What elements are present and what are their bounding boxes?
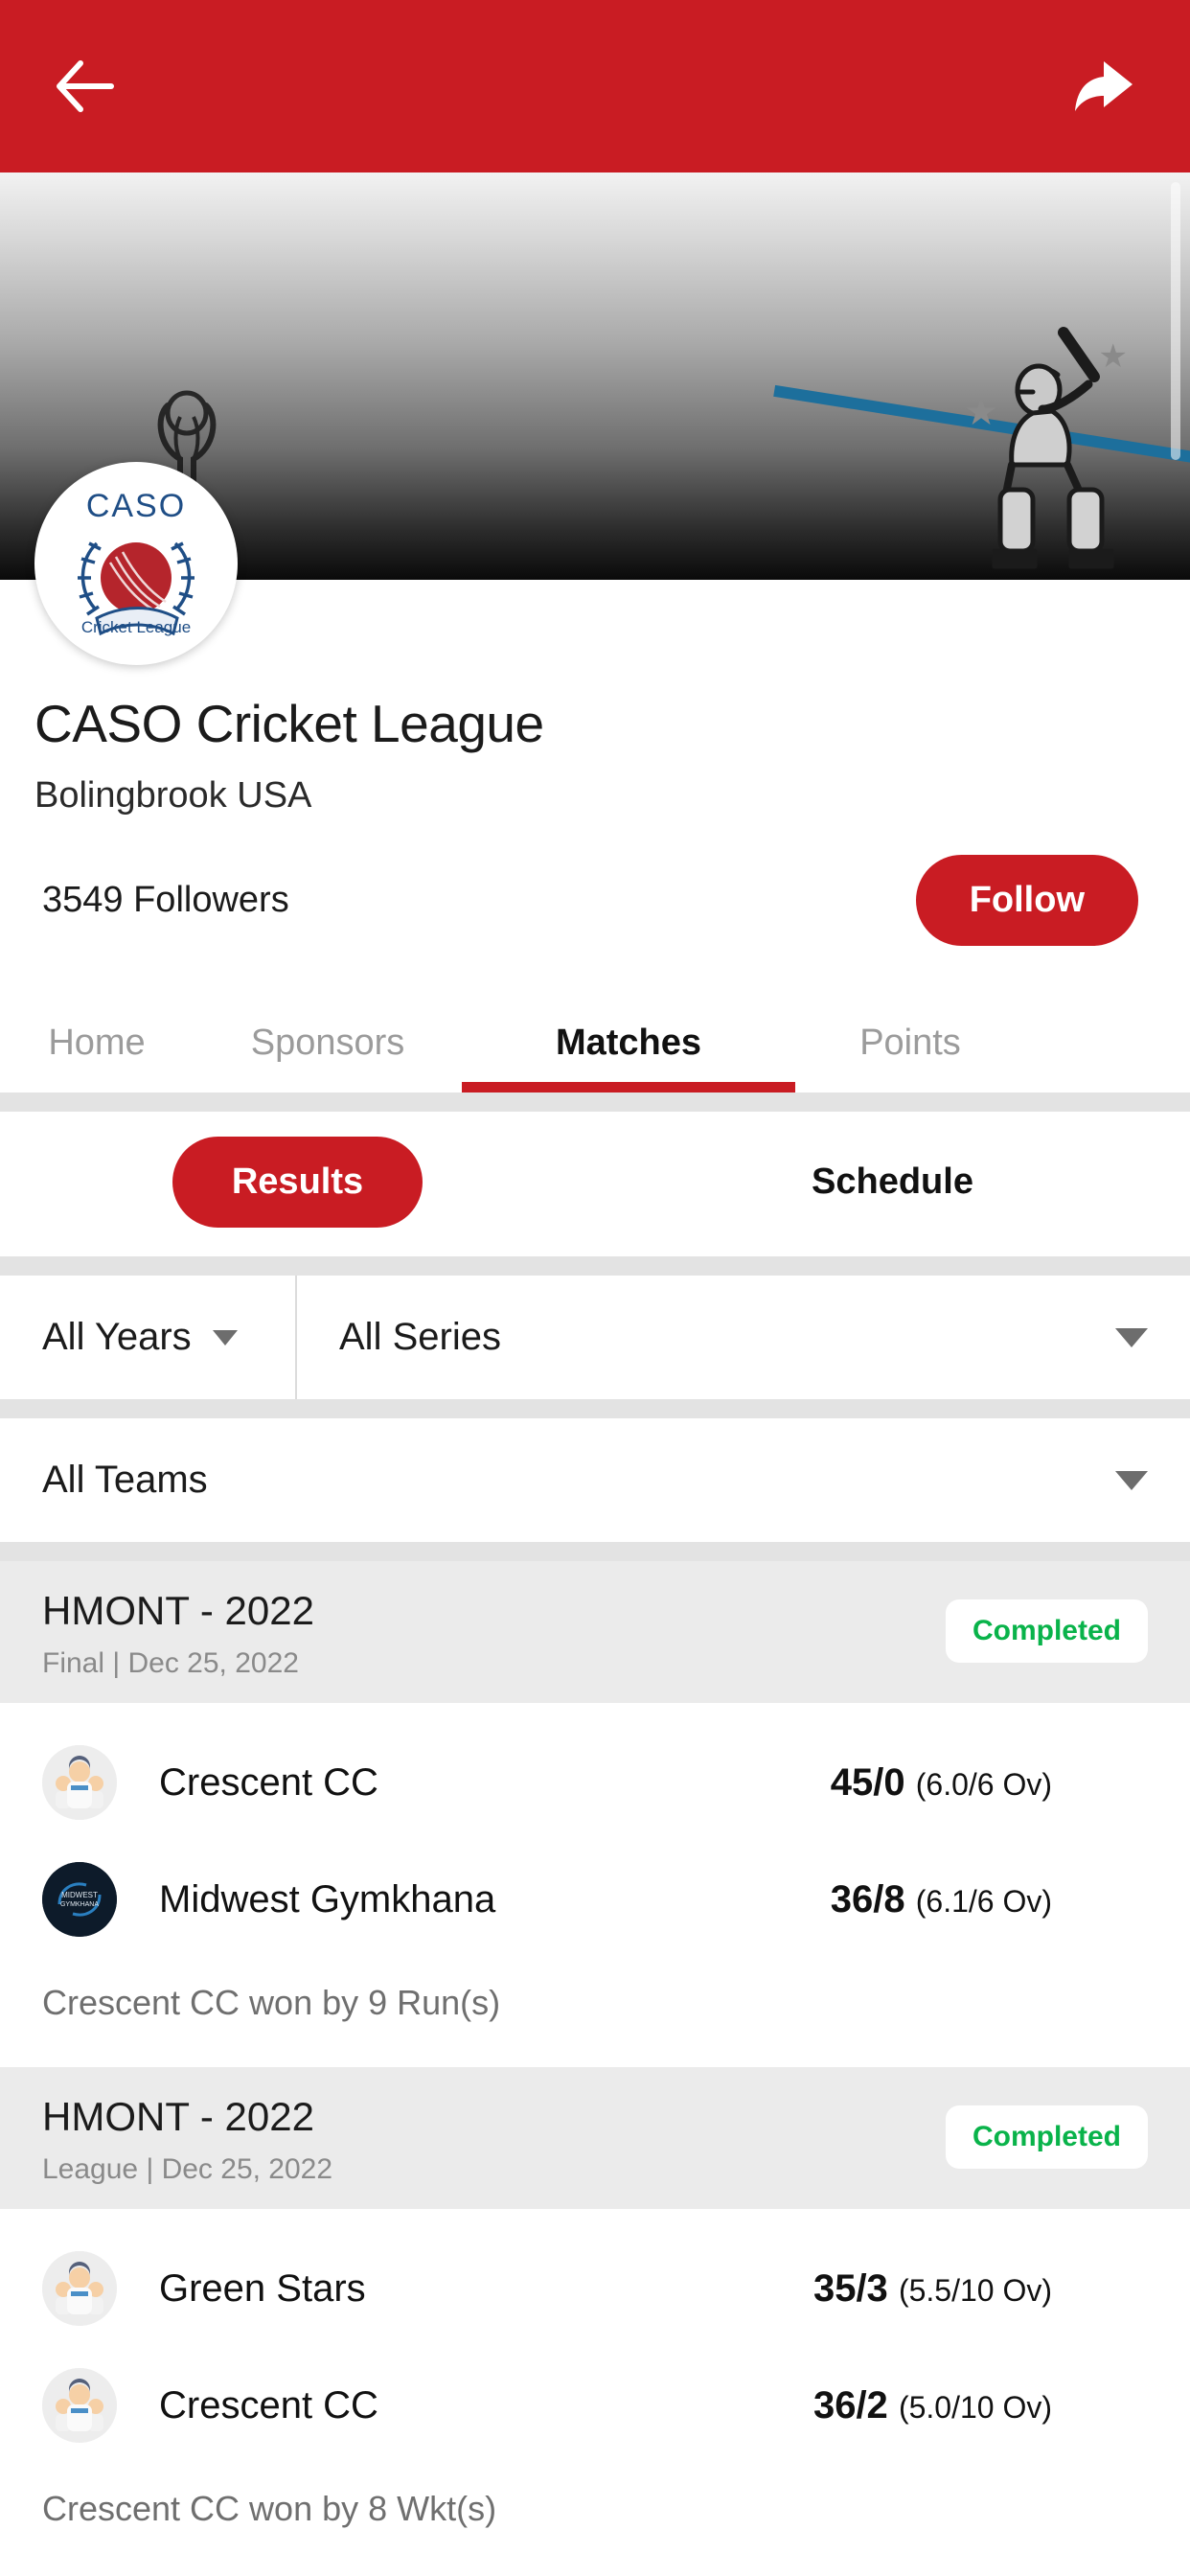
tab-sponsors[interactable]: Sponsors (194, 984, 462, 1092)
team-overs: (6.1/6 Ov) (915, 1883, 1052, 1919)
match-series-title: HMONT - 2022 (42, 2094, 314, 2139)
team-name: Green Stars (159, 2266, 366, 2310)
match-header-text: HMONT - 2022 Final | Dec 25, 2022 (42, 1588, 314, 1680)
team-name: Crescent CC (159, 2383, 378, 2426)
chevron-down-icon (212, 1329, 238, 1346)
app-screen: ★ ★ CASO Cricket League CASO Cricket Lea… (0, 0, 1190, 2576)
team-score: 36/8 (6.1/6 Ov) (831, 1878, 1148, 1921)
years-filter-label: All Years (42, 1316, 192, 1358)
series-filter-label: All Series (339, 1316, 501, 1358)
followers-row: 3549 Followers Follow (34, 855, 1156, 984)
match-result-text: Crescent CC won by 8 Wkt(s) (0, 2464, 1190, 2564)
match-card-header: HMONT - 2022 League | Dec 25, 2022 Compl… (0, 2067, 1190, 2209)
team-score: 45/0 (6.0/6 Ov) (831, 1761, 1148, 1805)
tab-points[interactable]: Points (795, 984, 1025, 1092)
league-logo: CASO Cricket League (34, 462, 238, 665)
match-header-text: HMONT - 2022 League | Dec 25, 2022 (42, 2094, 332, 2186)
match-series-title: HMONT - 2022 (42, 1588, 314, 1633)
team-runs: 36/8 (830, 1877, 905, 1920)
results-button[interactable]: Results (172, 1137, 423, 1228)
table-row: Crescent CC 36/2 (5.0/10 Ov) (0, 2347, 1190, 2464)
team-name: Crescent CC (159, 1760, 378, 1804)
team-score: 36/2 (5.0/10 Ov) (813, 2384, 1148, 2427)
chevron-down-icon (1115, 1327, 1148, 1347)
chevron-down-icon (1115, 1470, 1148, 1490)
banner-stripe-blue-right (529, 172, 1190, 198)
cricket-batsman-illustration (992, 327, 1114, 569)
table-row: Green Stars 35/3 (5.5/10 Ov) (0, 2230, 1190, 2347)
teams-filter-divider (0, 1542, 1190, 1561)
generic-team-avatar-icon (42, 2368, 117, 2443)
match-card-header: HMONT - 2022 Final | Dec 25, 2022 Comple… (0, 1561, 1190, 1703)
tab-divider (0, 1092, 1190, 1112)
banner-stripe-blue-left (0, 185, 23, 580)
midwest-gymkhana-logo-icon: MIDWEST GYMKHANA (42, 1862, 117, 1937)
teams-filter-dropdown[interactable]: All Teams (0, 1418, 1190, 1542)
logo-ribbon-text: Cricket League (81, 618, 191, 636)
match-card[interactable]: HMONT - 2022 Final | Dec 25, 2022 Comple… (0, 1561, 1190, 2067)
status-badge: Completed (945, 1599, 1148, 1663)
team-overs: (5.0/10 Ov) (898, 2389, 1052, 2425)
logo-caso-text: CASO (86, 488, 186, 524)
status-badge: Completed (945, 2105, 1148, 2169)
team-overs: (6.0/6 Ov) (915, 1766, 1052, 1802)
followers-count: 3549 Followers (42, 880, 289, 920)
banner-scrollbar[interactable] (1171, 182, 1180, 460)
tab-home[interactable]: Home (0, 984, 194, 1092)
generic-team-avatar-icon (42, 2251, 117, 2326)
share-icon[interactable] (1067, 51, 1138, 122)
team-name: Midwest Gymkhana (159, 1877, 496, 1920)
top-app-bar (0, 0, 1190, 172)
team-runs: 35/3 (812, 2266, 888, 2310)
team-runs: 45/0 (830, 1760, 905, 1804)
match-result-text: Crescent CC won by 9 Run(s) (0, 1958, 1190, 2058)
banner-stripe-dark-right (546, 172, 1190, 263)
table-row: MIDWEST GYMKHANA Midwest Gymkhana 36/8 (… (0, 1841, 1190, 1958)
match-stage-date: League | Dec 25, 2022 (42, 2153, 333, 2185)
team-overs: (5.5/10 Ov) (898, 2272, 1052, 2308)
segment-half-results: Results (0, 1137, 595, 1228)
results-schedule-toggle: Results Schedule (0, 1112, 1190, 1256)
segment-half-schedule: Schedule (595, 1137, 1190, 1228)
filter-row-top: All Years All Series (0, 1276, 1190, 1399)
tab-matches[interactable]: Matches (462, 984, 795, 1092)
segment-divider (0, 1256, 1190, 1276)
match-card-body: Crescent CC 45/0 (6.0/6 Ov) MIDWEST GYMK… (0, 1703, 1190, 2067)
team-runs: 36/2 (812, 2383, 888, 2426)
table-row: Crescent CC 45/0 (6.0/6 Ov) (0, 1724, 1190, 1841)
svg-text:GYMKHANA: GYMKHANA (60, 1901, 99, 1908)
svg-text:MIDWEST: MIDWEST (61, 1891, 98, 1899)
generic-team-avatar-icon (42, 1745, 117, 1820)
years-filter-dropdown[interactable]: All Years (0, 1276, 297, 1399)
match-stage-date: Final | Dec 25, 2022 (42, 1647, 299, 1679)
banner-stripe-light (0, 172, 29, 580)
match-card[interactable]: HMONT - 2022 League | Dec 25, 2022 Compl… (0, 2067, 1190, 2573)
schedule-button[interactable]: Schedule (752, 1137, 1033, 1228)
league-profile: CASO Cricket League CASO Cricket League … (0, 462, 1190, 984)
team-score: 35/3 (5.5/10 Ov) (813, 2267, 1148, 2311)
match-card-body: Green Stars 35/3 (5.5/10 Ov) Crescent CC… (0, 2209, 1190, 2573)
main-tab-bar: Home Sponsors Matches Points (0, 984, 1190, 1092)
caso-cricket-league-logo-icon: CASO Cricket League (78, 488, 195, 636)
follow-button[interactable]: Follow (915, 855, 1138, 946)
league-location: Bolingbrook USA (34, 775, 312, 816)
teams-filter-label: All Teams (42, 1459, 208, 1501)
back-arrow-icon[interactable] (52, 51, 123, 122)
series-filter-dropdown[interactable]: All Series (297, 1276, 1190, 1399)
filter-divider (0, 1399, 1190, 1418)
